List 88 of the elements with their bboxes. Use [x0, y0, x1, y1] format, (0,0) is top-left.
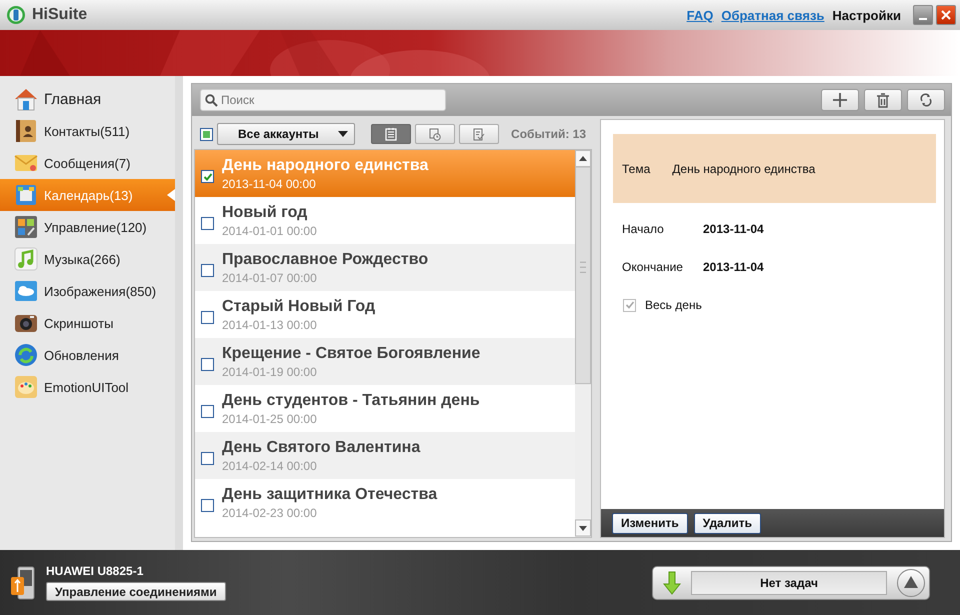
triangle-up-icon: [904, 576, 918, 588]
logo-icon: [6, 5, 26, 25]
event-title: День народного единства: [222, 156, 428, 174]
view-toggle[interactable]: [415, 124, 455, 144]
download-arrow-icon: [663, 570, 681, 594]
view-toggle[interactable]: [371, 124, 411, 144]
select-all-checkbox[interactable]: [200, 128, 213, 140]
sidebar-item[interactable]: EmotionUITool: [0, 371, 175, 403]
close-button[interactable]: [936, 5, 956, 25]
expand-button[interactable]: [897, 568, 925, 596]
event-row[interactable]: Православное Рождество 2014-01-07 00:00: [195, 244, 575, 291]
event-checkbox[interactable]: [201, 264, 214, 277]
calendar-icon: [13, 182, 39, 208]
apps-icon: [13, 214, 39, 240]
event-checkbox[interactable]: [201, 452, 214, 465]
action-button[interactable]: Изменить: [612, 512, 688, 534]
event-checkbox[interactable]: [201, 358, 214, 371]
connection-button[interactable]: Управление соединениями: [46, 582, 226, 601]
search-field[interactable]: Поиск: [200, 89, 446, 111]
sidebar-item[interactable]: Сообщения(7): [0, 147, 175, 179]
event-date: 2014-01-07 00:00: [222, 270, 318, 284]
field-label: Окончание: [622, 260, 684, 274]
home-icon: [13, 86, 39, 112]
subject-label: Тема: [622, 162, 650, 176]
action-button[interactable]: Удалить: [694, 512, 761, 534]
event-date: 2014-01-19 00:00: [222, 364, 318, 378]
sidebar-item[interactable]: Управление(120): [0, 211, 175, 243]
list-icon: [385, 127, 397, 141]
search-icon: [205, 94, 218, 107]
close-icon: [941, 10, 951, 20]
checklist-icon: [473, 127, 485, 141]
add-button[interactable]: [821, 89, 859, 111]
minimize-icon: [919, 18, 927, 20]
refresh-icon: [918, 92, 934, 108]
app-title: HiSuite: [32, 6, 88, 24]
event-date: 2013-11-04 00:00: [222, 176, 317, 190]
delete-button[interactable]: [864, 89, 902, 111]
event-date: 2014-01-13 00:00: [222, 318, 318, 332]
contacts-icon: [13, 118, 39, 144]
event-title: Крещение - Святое Богоявление: [222, 344, 480, 362]
sidebar-item[interactable]: Музыка(266): [0, 243, 175, 275]
header-link[interactable]: FAQ: [686, 8, 714, 22]
event-title: Новый год: [222, 204, 308, 222]
account-dropdown[interactable]: Все аккаунты: [217, 123, 355, 145]
subject-value: День народного единства: [672, 162, 816, 176]
event-checkbox[interactable]: [201, 170, 214, 183]
phone-usb-icon: [10, 564, 36, 600]
view-toggle[interactable]: [459, 124, 499, 144]
event-date: 2014-01-01 00:00: [222, 224, 317, 238]
palette-icon: [13, 374, 39, 400]
event-title: День студентов - Татьянин день: [222, 392, 480, 410]
refresh-icon: [13, 342, 39, 368]
sidebar-item[interactable]: Изображения(850): [0, 275, 175, 307]
music-note-icon: [13, 246, 39, 272]
field-value: 2013-11-04: [703, 222, 764, 236]
event-date: 2014-02-14 00:00: [222, 458, 318, 472]
event-date: 2014-01-25 00:00: [222, 412, 318, 426]
event-checkbox[interactable]: [201, 311, 214, 324]
sidebar-item[interactable]: Скриншоты: [0, 307, 175, 339]
event-row[interactable]: День Святого Валентина 2014-02-14 00:00: [195, 432, 575, 479]
field-label: Начало: [622, 222, 665, 236]
sidebar-item[interactable]: Главная: [0, 83, 175, 115]
scrollbar[interactable]: [575, 150, 591, 537]
event-checkbox[interactable]: [201, 217, 214, 230]
all-day-label: Весь день: [645, 298, 702, 312]
field-value: 2013-11-04: [703, 260, 764, 274]
event-date: 2014-02-23 00:00: [222, 506, 318, 520]
event-title: Старый Новый Год: [222, 298, 376, 316]
sidebar-item[interactable]: Обновления: [0, 339, 175, 371]
device-name: HUAWEI U8825-1: [46, 564, 144, 578]
trash-icon: [875, 92, 891, 108]
task-status: Нет задач: [691, 570, 887, 594]
event-title: Православное Рождество: [222, 250, 428, 268]
minimize-button[interactable]: [913, 5, 933, 25]
header-link[interactable]: Обратная связь: [721, 8, 824, 22]
event-row[interactable]: Крещение - Святое Богоявление 2014-01-19 00:00: [195, 338, 575, 385]
plus-icon: [832, 92, 848, 108]
refresh-button[interactable]: [907, 89, 945, 111]
settings-link[interactable]: Настройки: [832, 8, 901, 22]
sidebar-item[interactable]: Контакты(511): [0, 115, 175, 147]
clock-icon: [429, 127, 441, 141]
event-count: Событий: 13: [511, 127, 587, 141]
event-checkbox[interactable]: [201, 499, 214, 512]
event-title: День защитника Отечества: [222, 486, 438, 504]
event-title: День Святого Валентина: [222, 438, 420, 456]
cloud-icon: [13, 278, 39, 304]
caret-icon: [338, 131, 348, 137]
event-checkbox[interactable]: [201, 405, 214, 418]
